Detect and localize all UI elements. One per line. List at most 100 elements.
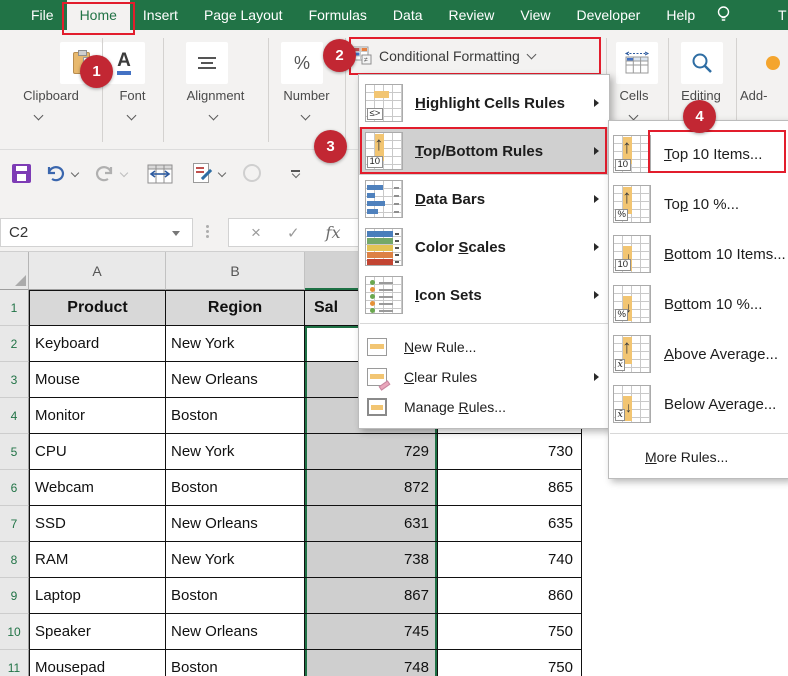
cell-a10[interactable]: Speaker bbox=[29, 614, 166, 650]
cell-d6[interactable]: 865 bbox=[438, 470, 582, 506]
tab-insert[interactable]: Insert bbox=[130, 0, 191, 30]
row-header-11[interactable]: 11 bbox=[0, 650, 29, 676]
cell-b5[interactable]: New York bbox=[166, 434, 305, 470]
cell-a8[interactable]: RAM bbox=[29, 542, 166, 578]
menu-item-icon-sets[interactable]: Icon Sets bbox=[359, 271, 609, 319]
tab-formulas[interactable]: Formulas bbox=[296, 0, 380, 30]
cell-a11[interactable]: Mousepad bbox=[29, 650, 166, 676]
cell-b9[interactable]: Boston bbox=[166, 578, 305, 614]
cell-b10[interactable]: New Orleans bbox=[166, 614, 305, 650]
redo-dropdown-icon[interactable] bbox=[119, 168, 129, 178]
cell-b1[interactable]: Region bbox=[166, 290, 305, 326]
submenu-item-above-average[interactable]: ↑ x̄ Above Average... bbox=[609, 329, 788, 379]
row-header-10[interactable]: 10 bbox=[0, 614, 29, 650]
menu-item-manage-rules[interactable]: Manage Rules... bbox=[359, 392, 609, 422]
row-header-4[interactable]: 4 bbox=[0, 398, 29, 434]
lightbulb-icon[interactable] bbox=[716, 5, 731, 25]
cell-b3[interactable]: New Orleans bbox=[166, 362, 305, 398]
tab-help[interactable]: Help bbox=[653, 0, 708, 30]
number-button[interactable]: % bbox=[281, 42, 323, 84]
menu-item-data-bars[interactable]: Data Bars bbox=[359, 175, 609, 223]
cell-b2[interactable]: New York bbox=[166, 326, 305, 362]
column-width-icon[interactable] bbox=[147, 161, 173, 185]
alignment-button[interactable] bbox=[186, 42, 228, 84]
number-dialog-launcher-icon[interactable] bbox=[300, 110, 311, 121]
cells-button[interactable] bbox=[616, 42, 658, 84]
cell-d7[interactable]: 635 bbox=[438, 506, 582, 542]
alignment-dialog-launcher-icon[interactable] bbox=[208, 110, 219, 121]
submenu-item-more-rules[interactable]: More Rules... bbox=[609, 442, 788, 472]
menu-item-highlight-cells-rules[interactable]: ≤> Highlight Cells Rules bbox=[359, 79, 609, 127]
enter-icon[interactable]: ✓ bbox=[287, 224, 300, 242]
tab-file[interactable]: File bbox=[18, 0, 67, 30]
cell-c5[interactable]: 729 bbox=[305, 434, 438, 470]
name-box[interactable]: C2 bbox=[0, 218, 193, 247]
tab-review[interactable]: Review bbox=[436, 0, 508, 30]
cell-d9[interactable]: 860 bbox=[438, 578, 582, 614]
cell-a4[interactable]: Monitor bbox=[29, 398, 166, 434]
column-header-a[interactable]: A bbox=[29, 252, 166, 290]
cell-d11[interactable]: 750 bbox=[438, 650, 582, 676]
menu-item-color-scales[interactable]: Color Scales bbox=[359, 223, 609, 271]
row-header-3[interactable]: 3 bbox=[0, 362, 29, 398]
cell-c9[interactable]: 867 bbox=[305, 578, 438, 614]
cell-d8[interactable]: 740 bbox=[438, 542, 582, 578]
cell-b11[interactable]: Boston bbox=[166, 650, 305, 676]
row-header-6[interactable]: 6 bbox=[0, 470, 29, 506]
font-dialog-launcher-icon[interactable] bbox=[126, 110, 137, 121]
undo-dropdown-icon[interactable] bbox=[70, 168, 80, 178]
customize-quick-access-icon[interactable] bbox=[291, 169, 300, 178]
cell-c7[interactable]: 631 bbox=[305, 506, 438, 542]
tab-developer[interactable]: Developer bbox=[564, 0, 654, 30]
submenu-item-bottom-10-items[interactable]: ↓ 10 Bottom 10 Items... bbox=[609, 229, 788, 279]
menu-item-top-bottom-rules[interactable]: ↑ 10 Top/Bottom Rules bbox=[359, 127, 609, 175]
cell-a9[interactable]: Laptop bbox=[29, 578, 166, 614]
submenu-item-bottom-10-percent[interactable]: ↓ % Bottom 10 %... bbox=[609, 279, 788, 329]
cell-a1[interactable]: Product bbox=[29, 290, 166, 326]
cancel-icon[interactable]: × bbox=[251, 223, 261, 243]
insert-function-icon[interactable]: fx bbox=[326, 223, 341, 242]
new-note-icon[interactable] bbox=[193, 163, 213, 183]
select-all-button[interactable] bbox=[0, 252, 29, 290]
row-header-8[interactable]: 8 bbox=[0, 542, 29, 578]
undo-icon[interactable] bbox=[45, 165, 66, 182]
circle-button-icon[interactable] bbox=[243, 164, 261, 182]
submenu-item-below-average[interactable]: ↓ x̄ Below Average... bbox=[609, 379, 788, 429]
cell-b4[interactable]: Boston bbox=[166, 398, 305, 434]
cell-b7[interactable]: New Orleans bbox=[166, 506, 305, 542]
cells-chevron-icon[interactable] bbox=[628, 110, 639, 121]
cell-d10[interactable]: 750 bbox=[438, 614, 582, 650]
row-header-1[interactable]: 1 bbox=[0, 290, 29, 326]
redo-icon[interactable] bbox=[94, 165, 115, 182]
cell-a6[interactable]: Webcam bbox=[29, 470, 166, 506]
cell-c8[interactable]: 738 bbox=[305, 542, 438, 578]
cell-a5[interactable]: CPU bbox=[29, 434, 166, 470]
conditional-formatting-button[interactable]: ≠ Conditional Formatting bbox=[349, 37, 601, 75]
tab-page-layout[interactable]: Page Layout bbox=[191, 0, 296, 30]
column-header-b[interactable]: B bbox=[166, 252, 305, 290]
editing-button[interactable] bbox=[681, 42, 723, 84]
formula-bar-handle-icon[interactable] bbox=[206, 225, 209, 228]
cell-a7[interactable]: SSD bbox=[29, 506, 166, 542]
name-box-dropdown-icon[interactable] bbox=[172, 231, 180, 236]
tab-home[interactable]: Home bbox=[61, 0, 135, 35]
cell-c6[interactable]: 872 bbox=[305, 470, 438, 506]
submenu-item-top-10-percent[interactable]: ↑ % Top 10 %... bbox=[609, 179, 788, 229]
cell-a3[interactable]: Mouse bbox=[29, 362, 166, 398]
cell-b6[interactable]: Boston bbox=[166, 470, 305, 506]
row-header-2[interactable]: 2 bbox=[0, 326, 29, 362]
cell-b8[interactable]: New York bbox=[166, 542, 305, 578]
submenu-item-top-10-items[interactable]: ↑ 10 Top 10 Items... bbox=[609, 129, 788, 179]
tab-tell-me-partial[interactable]: T bbox=[778, 0, 787, 30]
row-header-5[interactable]: 5 bbox=[0, 434, 29, 470]
row-header-9[interactable]: 9 bbox=[0, 578, 29, 614]
cell-c10[interactable]: 745 bbox=[305, 614, 438, 650]
clipboard-dialog-launcher-icon[interactable] bbox=[33, 110, 44, 121]
tab-view[interactable]: View bbox=[507, 0, 563, 30]
menu-item-clear-rules[interactable]: Clear Rules bbox=[359, 362, 609, 392]
cell-d5[interactable]: 730 bbox=[438, 434, 582, 470]
save-icon[interactable] bbox=[12, 163, 31, 183]
note-dropdown-icon[interactable] bbox=[217, 168, 227, 178]
tab-data[interactable]: Data bbox=[380, 0, 436, 30]
cell-a2[interactable]: Keyboard bbox=[29, 326, 166, 362]
